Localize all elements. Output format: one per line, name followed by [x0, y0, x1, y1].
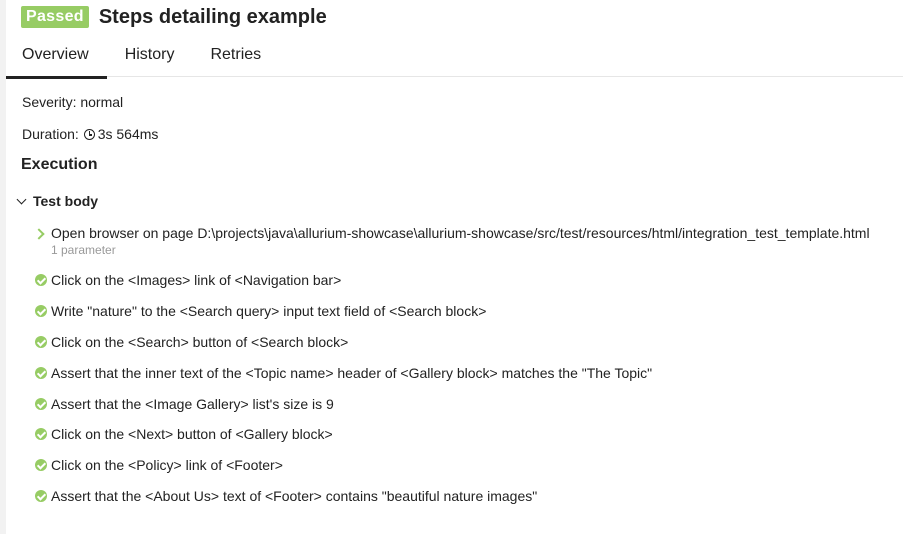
step-text: Assert that the inner text of the <Topic… — [51, 365, 653, 381]
chevron-right-icon — [33, 228, 45, 240]
chevron-down-icon — [16, 194, 27, 204]
step-item[interactable]: Click on the <Policy> link of <Footer> — [35, 457, 283, 473]
step-text: Assert that the <About Us> text of <Foot… — [51, 488, 538, 504]
check-icon — [35, 367, 47, 379]
test-body-label: Test body — [33, 193, 99, 209]
step-text: Open browser on page D:\projects\java\al… — [51, 225, 870, 241]
step-text: Click on the <Next> button of <Gallery b… — [51, 426, 333, 442]
left-border — [0, 0, 6, 534]
step-item[interactable]: Assert that the <About Us> text of <Foot… — [35, 488, 537, 504]
step-item[interactable]: Click on the <Images> link of <Navigatio… — [35, 272, 341, 288]
tab-overview[interactable]: Overview — [6, 38, 107, 79]
test-result-page: Passed Steps detailing example Overview … — [0, 0, 903, 534]
step-parameters: 1 parameter — [51, 243, 116, 257]
step-item[interactable]: Write "nature" to the <Search query> inp… — [35, 303, 486, 319]
duration-label: Duration: — [22, 126, 79, 142]
step-text: Click on the <Images> link of <Navigatio… — [51, 272, 342, 288]
execution-title: Execution — [21, 156, 98, 173]
check-icon — [35, 336, 47, 348]
check-icon — [35, 428, 47, 440]
test-header: Passed Steps detailing example — [21, 5, 327, 29]
step-text: Click on the <Policy> link of <Footer> — [51, 457, 283, 473]
step-item[interactable]: Assert that the <Image Gallery> list's s… — [35, 396, 334, 412]
status-badge: Passed — [21, 6, 89, 28]
step-item[interactable]: Click on the <Search> button of <Search … — [35, 334, 348, 350]
tab-bar: Overview History Retries — [6, 38, 903, 79]
test-body-toggle[interactable]: Test body — [14, 193, 98, 209]
step-item[interactable]: Click on the <Next> button of <Gallery b… — [35, 426, 333, 442]
check-icon — [35, 490, 47, 502]
check-icon — [35, 459, 47, 471]
step-text: Click on the <Search> button of <Search … — [51, 334, 349, 350]
page-title: Steps detailing example — [98, 6, 327, 28]
step-item[interactable]: Open browser on page D:\projects\java\al… — [33, 225, 870, 257]
duration-value: 3s 564ms — [97, 126, 159, 142]
check-icon — [35, 398, 47, 410]
clock-icon — [83, 129, 95, 140]
step-text: Write "nature" to the <Search query> inp… — [51, 303, 487, 319]
tab-retries[interactable]: Retries — [192, 38, 279, 76]
step-item[interactable]: Assert that the inner text of the <Topic… — [35, 365, 652, 381]
check-icon — [35, 274, 47, 286]
check-icon — [35, 305, 47, 317]
severity-info: Severity: normal — [22, 94, 124, 110]
duration-info: Duration: 3s 564ms — [22, 126, 158, 142]
tab-history[interactable]: History — [107, 38, 193, 76]
step-text: Assert that the <Image Gallery> list's s… — [51, 396, 334, 412]
